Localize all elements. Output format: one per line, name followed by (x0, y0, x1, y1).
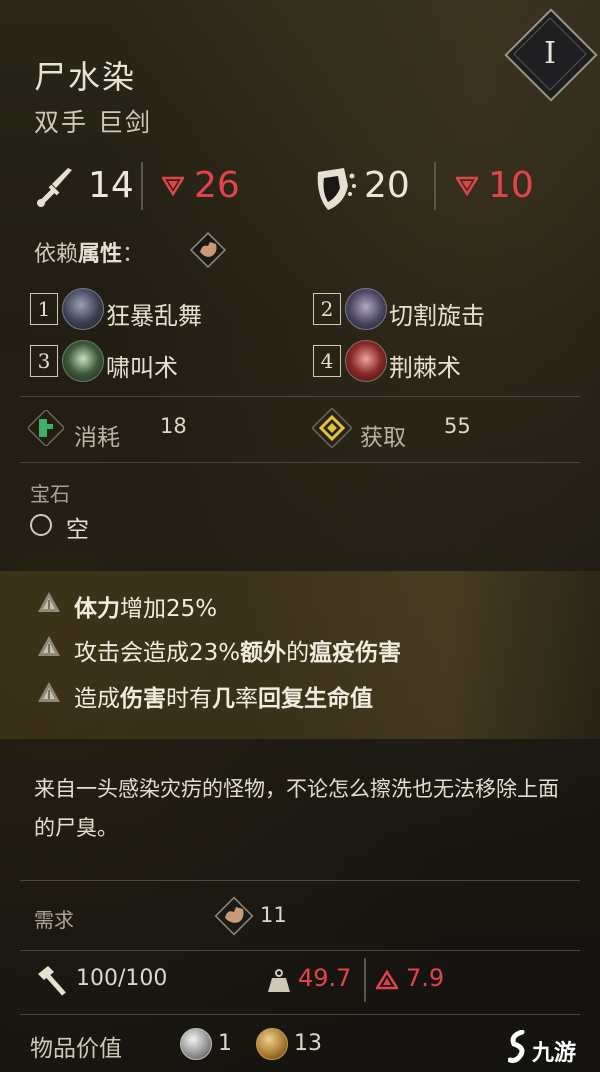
thorn-skill-icon[interactable] (345, 340, 387, 382)
damage-mod-value: 26 (194, 165, 240, 206)
scaling-label: 依赖属性： (34, 236, 144, 268)
resource-cost-icon (26, 408, 66, 448)
gain-value: 55 (444, 414, 471, 438)
scaling-label-text: 依赖 (34, 242, 79, 267)
perk-text-bold: 体力 (74, 596, 120, 622)
perk-text: 的 (286, 640, 310, 666)
stat-divider (364, 958, 366, 1002)
item-description: 来自一头感染灾疠的怪物，不论怎么擦洗也无法移除上面的尸臭。 (34, 777, 559, 840)
skill-slot-number: 2 (313, 293, 341, 325)
weight-value: 49.7 (298, 964, 352, 992)
stat-divider (141, 162, 143, 210)
skill-slot-number: 3 (30, 345, 58, 377)
skill-slot-number: 1 (30, 293, 58, 325)
strength-attribute-icon[interactable] (188, 230, 228, 270)
stagger-mod-value: 10 (488, 165, 534, 206)
item-tooltip: 尸水染 双手 巨剑 I 14 26 20 10 依赖属性： 1 狂暴乱舞 2 切… (0, 0, 600, 1072)
damage-value: 14 (88, 165, 134, 206)
item-value-label: 物品价值 (30, 1036, 122, 1062)
perk-bullet-icon (36, 634, 62, 660)
skill-name: 狂暴乱舞 (106, 302, 202, 330)
skill-name: 荆棘术 (389, 354, 461, 382)
perk-text-bold: 伤害 (120, 686, 166, 712)
hammer-icon (34, 964, 68, 998)
perk-bullet-icon (36, 590, 62, 616)
strength-requirement-icon (212, 894, 256, 938)
perk-text: 增加25% (120, 596, 218, 622)
scaling-colon: ： (122, 242, 145, 267)
perk-text-bold: 几 (212, 686, 235, 712)
divider (20, 950, 580, 951)
scaling-label-bold: 属性 (78, 242, 123, 267)
perk-text: 率 (235, 686, 258, 712)
gem-label: 宝石 (30, 482, 70, 506)
perk-text-bold: 瘟疫伤害 (309, 640, 402, 666)
resource-gain-icon (311, 407, 353, 449)
item-name: 尸水染 (34, 58, 137, 96)
tier-label: I (544, 36, 556, 71)
damage-mod-icon (160, 176, 186, 200)
skill-name: 啸叫术 (106, 354, 178, 382)
item-type: 双手 巨剑 (34, 108, 152, 137)
skill-name: 切割旋击 (389, 302, 485, 330)
divider (20, 880, 580, 881)
perk-line: 体力增加25% (74, 589, 217, 623)
stagger-mod-icon (454, 176, 480, 200)
perk-line: 攻击会造成23%额外的瘟疫伤害 (74, 633, 401, 667)
gain-label: 获取 (360, 425, 406, 451)
perk-bullet-icon (36, 680, 62, 706)
gold-value: 13 (294, 1031, 322, 1056)
cost-value: 18 (160, 414, 187, 438)
perk-text: 造成 (74, 686, 120, 712)
divider (20, 462, 580, 463)
requirement-value: 11 (260, 903, 287, 927)
weight-warning-icon (374, 969, 400, 994)
jiuyou-logo-icon (507, 1029, 530, 1064)
divider (20, 1014, 580, 1015)
gold-coin-icon (256, 1028, 288, 1060)
shield-icon (314, 166, 358, 212)
durability-value: 100/100 (76, 966, 168, 991)
empty-gem-slot-icon[interactable] (30, 514, 52, 536)
whirl-skill-icon[interactable] (62, 288, 104, 330)
skill-slot-number: 4 (313, 345, 341, 377)
stat-divider (434, 162, 436, 210)
silver-value: 1 (218, 1031, 232, 1056)
sword-icon (34, 166, 78, 210)
watermark-text: 九游 (532, 1041, 577, 1066)
perk-line: 造成伤害时有几率回复生命值 (74, 679, 373, 713)
perk-text-bold: 回复生命值 (258, 686, 373, 712)
perk-text: 攻击会造成23% (74, 640, 241, 666)
weight-icon (266, 968, 292, 994)
requirement-label: 需求 (34, 908, 74, 932)
cost-label: 消耗 (74, 425, 120, 451)
gem-slot-text: 空 (66, 517, 89, 543)
spin-skill-icon[interactable] (345, 288, 387, 330)
weight-extra-value: 7.9 (406, 964, 445, 992)
perk-text: 时有 (166, 686, 212, 712)
perk-text-bold: 额外 (240, 640, 287, 666)
divider (20, 396, 580, 397)
silver-coin-icon (180, 1028, 212, 1060)
stagger-value: 20 (364, 165, 410, 206)
howl-skill-icon[interactable] (62, 340, 104, 382)
